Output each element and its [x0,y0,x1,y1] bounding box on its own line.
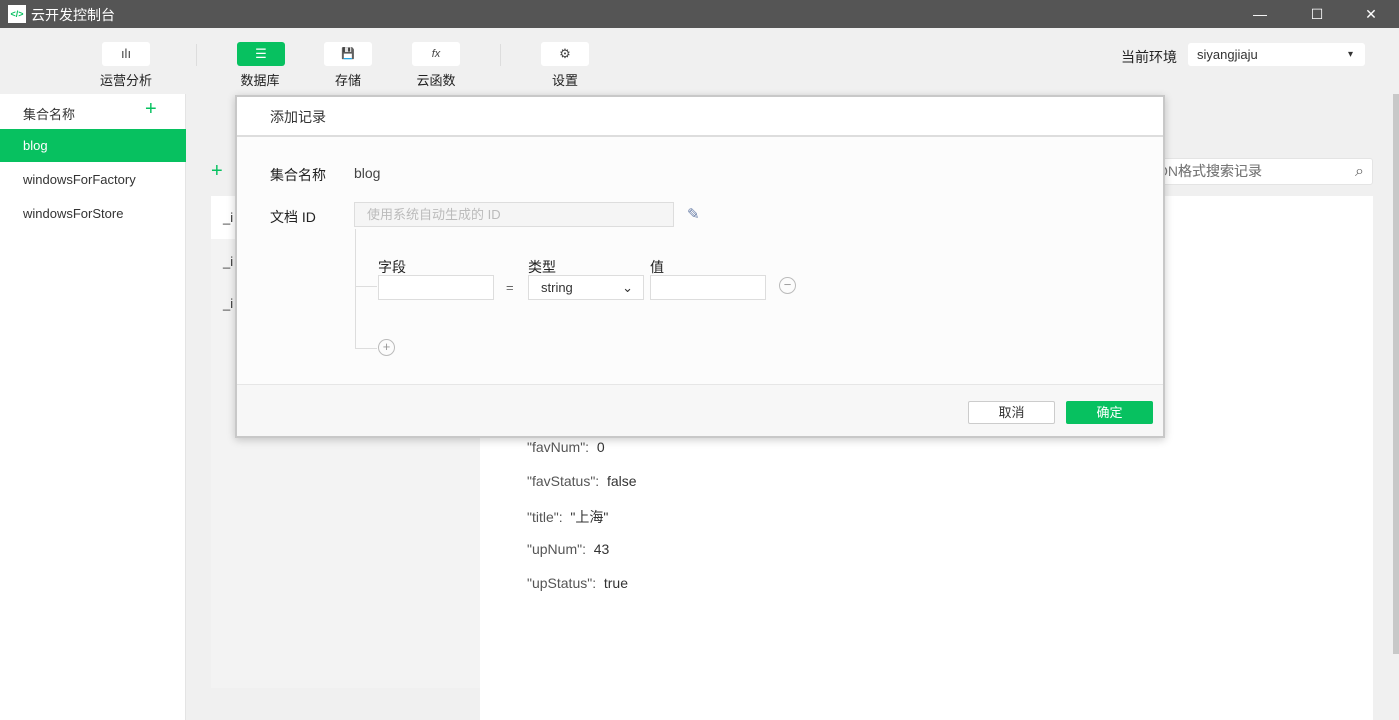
analytics-label[interactable]: 运营分析 [86,70,166,89]
bar-chart-icon: ılı [120,46,132,61]
database-icon: ☰ [255,46,267,61]
doc-id-input[interactable]: 使用系统自动生成的 ID [354,202,674,227]
minimize-button[interactable]: — [1237,0,1283,28]
add-collection-button[interactable]: + [145,98,157,121]
settings-label[interactable]: 设置 [525,70,605,89]
settings-button[interactable]: ⚙ [541,42,589,66]
record-id[interactable]: _i [223,254,233,269]
add-field-icon[interactable]: + [378,339,395,356]
env-select[interactable]: siyangjiaju ▾ [1188,43,1365,66]
doc-id-label: 文档 ID [270,209,316,225]
search-icon[interactable]: ⌕ [1355,159,1364,184]
save-icon: 💾 [341,48,355,60]
close-button[interactable]: ✕ [1348,0,1394,28]
collection-sidebar: 集合名称 + blog windowsForFactory windowsFor… [0,94,186,720]
record-field: "title": "上海" [527,509,609,525]
collection-item-blog[interactable]: blog [0,129,186,162]
window-title: 云开发控制台 [31,7,115,23]
storage-label[interactable]: 存储 [308,70,388,89]
caret-down-icon: ▾ [1347,49,1353,60]
collection-item-windowsforfactory[interactable]: windowsForFactory [0,163,186,196]
divider [500,44,501,66]
record-field: "upNum": 43 [527,541,610,557]
cancel-button[interactable]: 取消 [968,401,1055,424]
env-value: siyangjiaju [1197,47,1258,62]
equals-sign: = [506,280,514,295]
edit-icon[interactable]: ✎ [687,205,700,223]
field-input[interactable] [378,275,494,300]
record-field: "upStatus": true [527,575,628,591]
add-record-button[interactable]: + [211,160,223,183]
add-record-dialog: 添加记录 集合名称 blog 文档 ID 使用系统自动生成的 ID ✎ 字段 类… [235,95,1165,438]
collection-header: 集合名称 [23,107,76,122]
database-label[interactable]: 数据库 [220,70,300,89]
confirm-button[interactable]: 确定 [1066,401,1153,424]
record-field: "favStatus": false [527,473,637,489]
database-button[interactable]: ☰ [237,42,285,66]
chevron-down-icon: ⌄ [622,280,633,295]
record-id[interactable]: _i [223,296,233,311]
dialog-title: 添加记录 [237,97,1163,137]
value-label: 值 [650,259,664,275]
search-placeholder-visible-part: 格式搜索记录 [1178,163,1262,179]
scrollbar[interactable] [1393,94,1399,654]
type-select[interactable]: string ⌄ [528,275,644,300]
collection-name-value: blog [354,165,381,181]
collection-name-label: 集合名称 [270,167,326,183]
app-logo-icon: </> [8,5,26,23]
collection-item-windowsforstore[interactable]: windowsForStore [0,197,186,230]
divider [196,44,197,66]
record-id[interactable]: _i [223,210,233,225]
functions-label[interactable]: 云函数 [396,70,476,89]
function-icon: fx [431,48,441,60]
maximize-button[interactable]: ☐ [1294,0,1340,28]
field-label: 字段 [378,259,406,275]
functions-button[interactable]: fx [412,42,460,66]
remove-field-icon[interactable]: − [779,277,796,294]
env-label: 当前环境 [1121,49,1177,65]
record-field: "favNum": 0 [527,439,605,455]
analytics-button[interactable]: ılı [102,42,150,66]
title-bar: </> 云开发控制台 — ☐ ✕ [0,0,1399,28]
gear-icon: ⚙ [559,46,571,61]
type-label: 类型 [528,259,556,275]
storage-button[interactable]: 💾 [324,42,372,66]
value-input[interactable] [650,275,766,300]
